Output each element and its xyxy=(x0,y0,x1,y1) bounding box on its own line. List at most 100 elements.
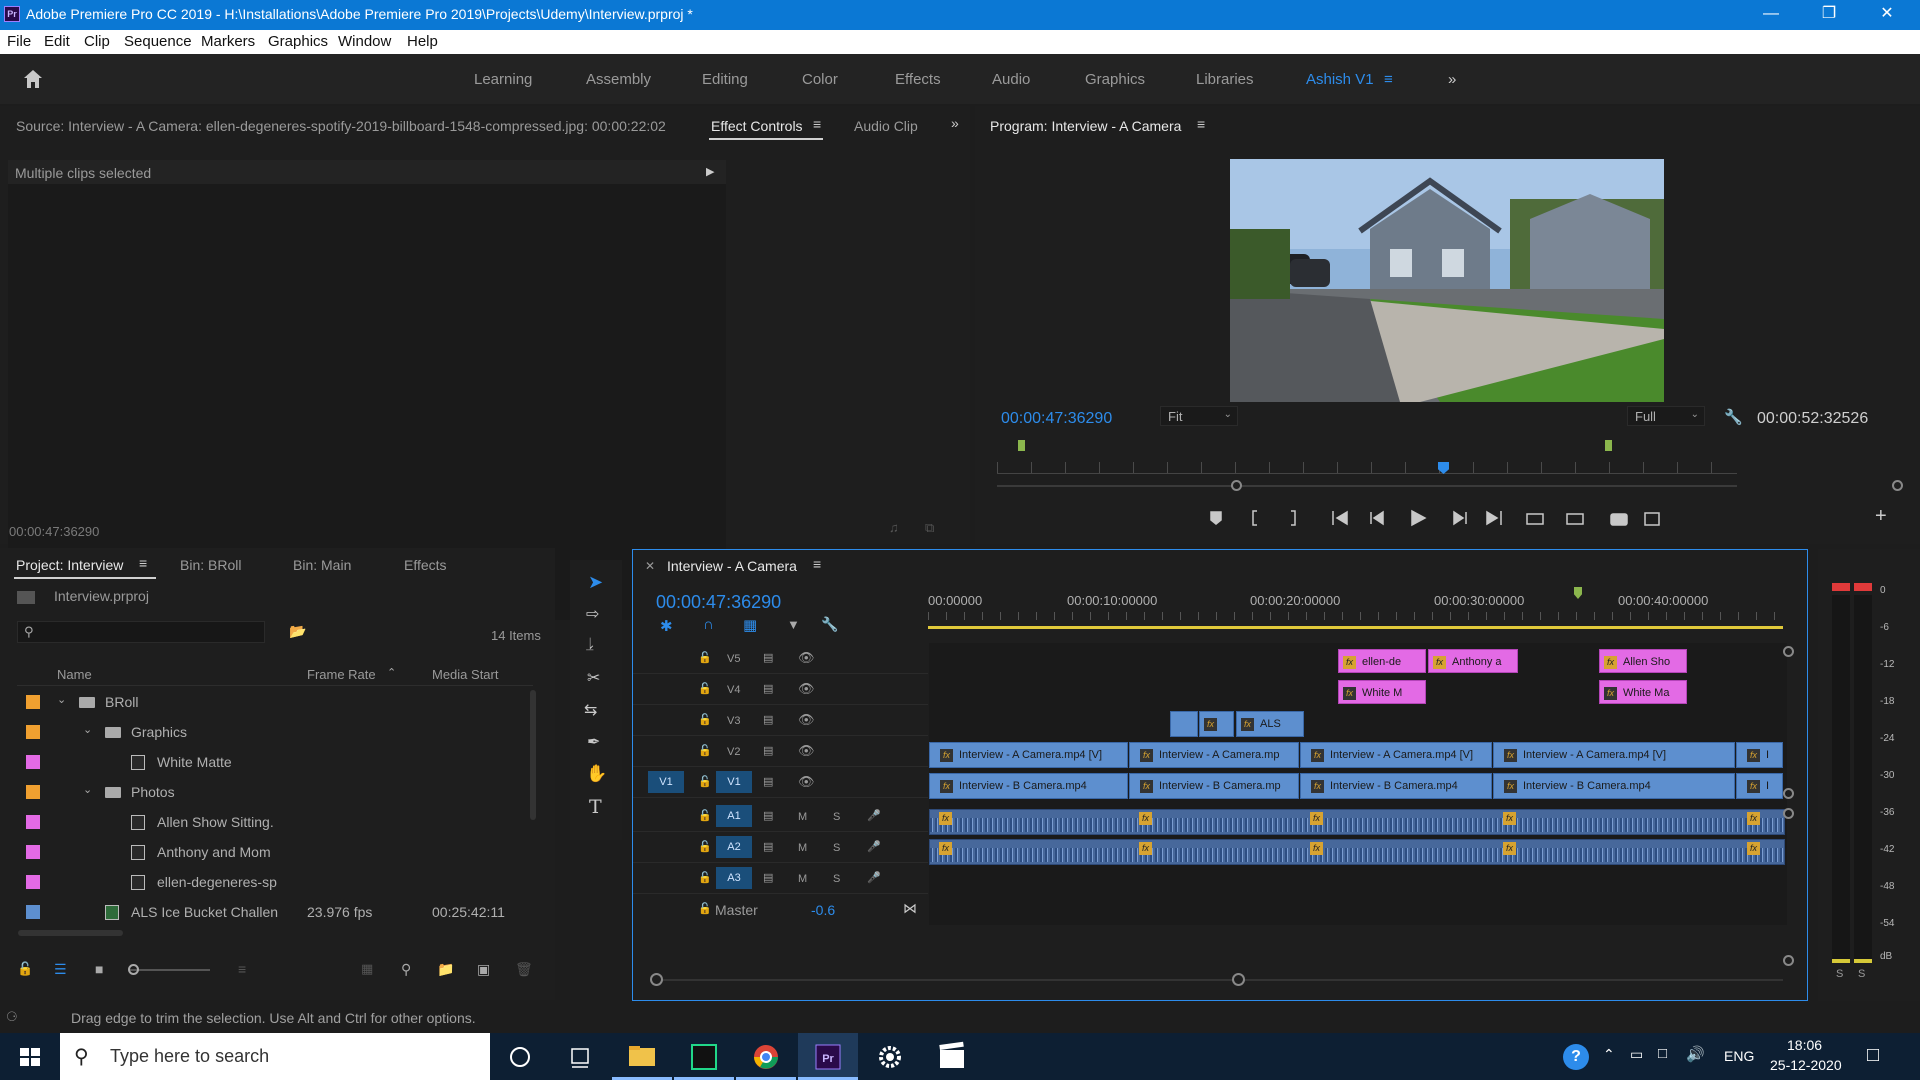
workspace-ashish-v1[interactable]: Ashish V1 xyxy=(1306,71,1374,88)
fx-badge[interactable]: fx xyxy=(1503,842,1516,855)
zoom-bar-track[interactable] xyxy=(997,485,1737,487)
label-color-swatch[interactable] xyxy=(26,905,40,919)
program-monitor-title[interactable]: Program: Interview - A Camera xyxy=(990,118,1181,134)
label-color-swatch[interactable] xyxy=(26,845,40,859)
type-tool-icon[interactable]: T xyxy=(589,796,602,818)
home-icon[interactable] xyxy=(22,68,44,90)
fx-badge[interactable]: fx xyxy=(939,842,952,855)
menu-help[interactable]: Help xyxy=(407,33,438,50)
clip-v2-a-camera-1[interactable]: fx Interview - A Camera.mp4 [V] xyxy=(929,742,1128,768)
column-media-start[interactable]: Media Start xyxy=(432,667,498,682)
icon-view-icon[interactable]: ■ xyxy=(95,961,103,977)
clip-v3-blank[interactable] xyxy=(1170,711,1198,737)
track-name-a1[interactable]: A1 xyxy=(716,805,752,827)
label-color-swatch[interactable] xyxy=(26,755,40,769)
close-sequence-icon[interactable]: ✕ xyxy=(645,559,655,573)
workspace-audio[interactable]: Audio xyxy=(992,71,1030,88)
solo-button[interactable]: S xyxy=(833,811,840,823)
ripple-edit-tool-icon[interactable]: ⥕ xyxy=(586,636,594,654)
clip-v2-a-camera-4[interactable]: fx Interview - A Camera.mp4 [V] xyxy=(1493,742,1735,768)
sync-icon[interactable]: ▤ xyxy=(763,682,773,695)
new-search-bin-icon[interactable]: 📂 xyxy=(289,623,306,640)
tab-audio-clip[interactable]: Audio Clip xyxy=(854,118,918,134)
track-name-v1[interactable]: V1 xyxy=(716,771,752,793)
fx-badge[interactable]: fx xyxy=(1310,812,1323,825)
v-scroll-handle-top[interactable] xyxy=(1783,646,1794,657)
eye-icon[interactable]: 👁 xyxy=(798,774,815,790)
zoom-slider-handle[interactable] xyxy=(128,964,139,975)
help-icon[interactable]: ? xyxy=(1563,1044,1589,1070)
automate-icon[interactable]: ▦ xyxy=(361,961,373,977)
clock-date[interactable]: 25-12-2020 xyxy=(1770,1057,1842,1073)
label-color-swatch[interactable] xyxy=(26,815,40,829)
task-view-icon[interactable] xyxy=(550,1033,610,1080)
solo-button[interactable]: S xyxy=(833,873,840,885)
add-button-icon[interactable]: + xyxy=(1875,505,1887,528)
workspace-learning[interactable]: Learning xyxy=(474,71,532,88)
column-name[interactable]: Name xyxy=(57,667,92,682)
track-name-a3[interactable]: A3 xyxy=(716,867,752,889)
source-patch-v1[interactable]: V1 xyxy=(648,771,684,793)
program-timecode[interactable]: 00:00:47:36290 xyxy=(1001,410,1112,428)
expand-arrow-icon[interactable]: ▶ xyxy=(706,165,714,178)
menu-markers[interactable]: Markers xyxy=(201,33,255,50)
wrench-icon[interactable]: 🔧 xyxy=(1724,408,1743,426)
razor-tool-icon[interactable]: ✂ xyxy=(587,668,600,688)
add-marker-icon[interactable]: ▼ xyxy=(787,617,800,632)
clip-v1-b-camera-5[interactable]: fx I xyxy=(1736,773,1783,799)
pen-tool-icon[interactable]: ✒ xyxy=(587,732,600,752)
project-search-input[interactable]: ⚲ xyxy=(17,621,265,643)
lock-icon[interactable]: 🔓 xyxy=(698,744,712,757)
menu-clip[interactable]: Clip xyxy=(84,33,110,50)
tab-project-interview[interactable]: Project: Interview xyxy=(16,557,123,573)
a-scroll-handle-top[interactable] xyxy=(1783,808,1794,819)
menu-edit[interactable]: Edit xyxy=(44,33,70,50)
project-scrollbar[interactable] xyxy=(530,690,536,820)
lock-icon[interactable]: 🔓 xyxy=(698,902,712,915)
work-area-bar[interactable] xyxy=(928,626,1783,629)
slip-tool-icon[interactable]: ⇆ xyxy=(584,700,597,720)
solo-left-button[interactable]: S xyxy=(1836,968,1843,980)
minimize-button[interactable]: — xyxy=(1742,0,1800,30)
eye-icon[interactable]: 👁 xyxy=(798,712,815,728)
lock-icon[interactable]: 🔓 xyxy=(698,713,712,726)
scrub-ruler[interactable] xyxy=(997,462,1737,474)
project-row[interactable]: ALS Ice Bucket Challen 23.976 fps 00:25:42… xyxy=(17,897,533,927)
menu-file[interactable]: File xyxy=(7,33,31,50)
mute-button[interactable]: M xyxy=(798,873,807,885)
settings-gear-icon[interactable] xyxy=(860,1033,920,1080)
export-audio-icon[interactable]: ♫ xyxy=(889,520,899,535)
tab-bin-broll[interactable]: Bin: BRoll xyxy=(180,557,241,573)
a-scroll-handle-bottom[interactable] xyxy=(1783,955,1794,966)
fx-badge[interactable]: fx xyxy=(1747,842,1760,855)
video-editor-icon[interactable] xyxy=(922,1033,982,1080)
clip-v2-a-camera-3[interactable]: fx Interview - A Camera.mp4 [V] xyxy=(1300,742,1492,768)
chrome-icon[interactable] xyxy=(736,1033,796,1080)
clock-time[interactable]: 18:06 xyxy=(1787,1037,1822,1053)
sync-icon[interactable]: ▤ xyxy=(763,871,773,884)
sync-icon[interactable]: ▤ xyxy=(763,775,773,788)
sort-icon[interactable]: ≡ xyxy=(238,961,246,977)
selection-tool-icon[interactable]: ➤ xyxy=(588,572,603,593)
lock-icon[interactable]: 🔓 xyxy=(698,775,712,788)
notification-center-icon[interactable]: □ xyxy=(1867,1044,1879,1067)
tab-bin-main[interactable]: Bin: Main xyxy=(293,557,351,573)
lock-icon[interactable]: 🔓 xyxy=(698,840,712,853)
file-explorer-icon[interactable] xyxy=(612,1033,672,1080)
timeline-zoom-handle-left[interactable] xyxy=(650,973,663,986)
tab-effect-controls[interactable]: Effect Controls xyxy=(711,118,803,134)
restore-button[interactable]: ❐ xyxy=(1800,0,1858,30)
export-frame-icon[interactable]: ⧉ xyxy=(925,520,934,536)
language-indicator[interactable]: ENG xyxy=(1724,1048,1754,1064)
sync-icon[interactable]: ▤ xyxy=(763,713,773,726)
nest-icon[interactable]: ✱ xyxy=(660,617,673,635)
fit-dropdown[interactable]: Fit ⌄ xyxy=(1160,406,1238,426)
time-ruler[interactable]: 00:00000 00:00:10:00000 00:00:20:00000 0… xyxy=(928,590,1788,638)
clip-v4-white-matte-2[interactable]: fx White Ma xyxy=(1599,680,1687,704)
source-tab[interactable]: Source: Interview - A Camera: ellen-dege… xyxy=(16,118,666,134)
project-row[interactable]: ellen-degeneres-sp xyxy=(17,867,533,897)
clip-v1-b-camera-4[interactable]: fx Interview - B Camera.mp4 xyxy=(1493,773,1735,799)
chevron-down-icon[interactable]: ⌄ xyxy=(83,783,92,796)
clip-v1-b-camera-2[interactable]: fx Interview - B Camera.mp xyxy=(1129,773,1299,799)
project-row[interactable]: Allen Show Sitting. xyxy=(17,807,533,837)
